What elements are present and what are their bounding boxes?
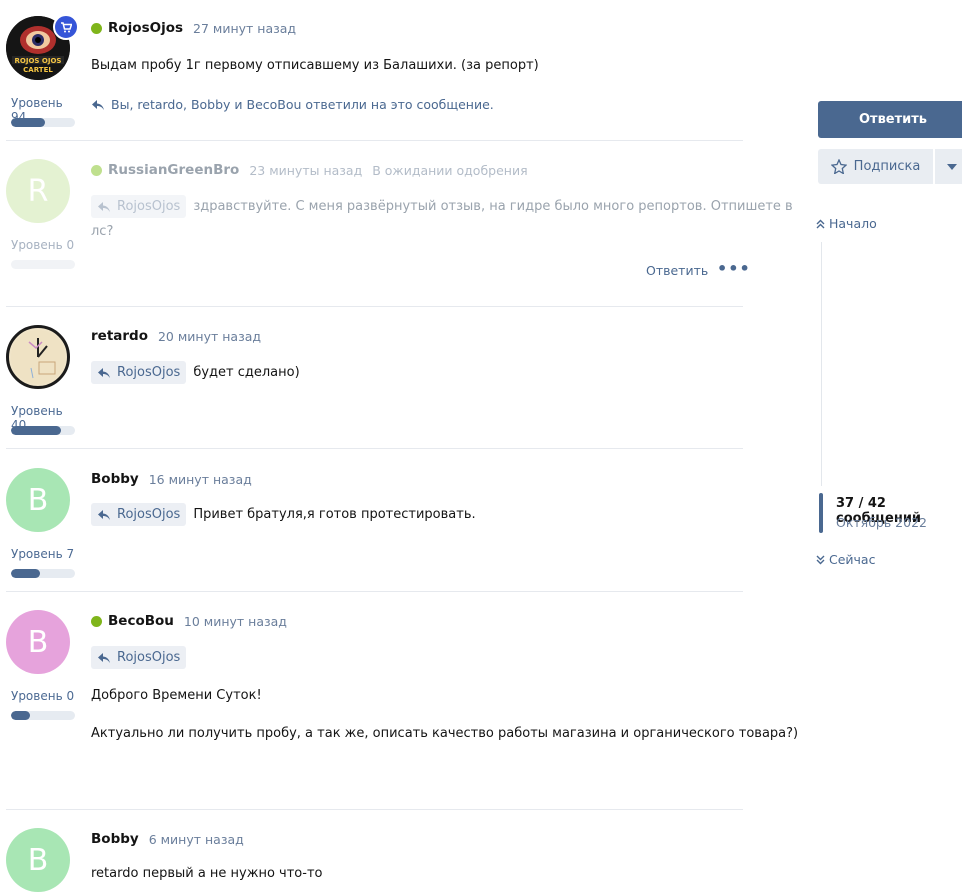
- avatar[interactable]: B: [6, 610, 70, 674]
- avatar[interactable]: B: [6, 828, 70, 892]
- username[interactable]: retardo: [91, 328, 148, 344]
- more-options-icon[interactable]: •••: [717, 259, 751, 278]
- post-time[interactable]: 23 минуты назад: [249, 163, 362, 178]
- quote-author: RojosOjos: [117, 199, 181, 214]
- post-time[interactable]: 6 минут назад: [149, 832, 244, 847]
- post-text: Привет братуля,я готов протестировать.: [193, 507, 476, 522]
- quote-author: RojosOjos: [117, 650, 181, 665]
- level-progress-bar: [11, 569, 75, 578]
- store-badge-icon: [53, 14, 79, 40]
- avatar-letter: B: [27, 482, 49, 518]
- post-text: здравствуйте. С меня развёрнутый отзыв, …: [193, 199, 793, 214]
- thread-scrubber-track[interactable]: [821, 242, 822, 486]
- reply-arrow-icon: [98, 509, 110, 520]
- username[interactable]: BecoBou: [108, 613, 174, 629]
- avatar[interactable]: R: [6, 159, 70, 223]
- post-text-line-1: RojosOjos здравствуйте. С меня развёрнут…: [91, 195, 793, 218]
- username[interactable]: RojosOjos: [108, 20, 183, 36]
- post-header: RussianGreenBro 23 минуты назад В ожидан…: [91, 162, 528, 178]
- subscribe-dropdown-toggle[interactable]: [935, 149, 962, 184]
- star-icon: [830, 159, 847, 174]
- reply-button[interactable]: Ответить: [646, 263, 708, 278]
- reply-arrow-icon: [98, 652, 110, 663]
- quote-author: RojosOjos: [117, 507, 181, 522]
- username[interactable]: Bobby: [91, 471, 139, 487]
- post-header: Bobby 16 минут назад: [91, 471, 252, 487]
- quote-reference[interactable]: RojosOjos: [91, 503, 187, 526]
- level-progress-bar: [11, 260, 75, 269]
- jump-to-now-link[interactable]: Сейчас: [816, 552, 875, 567]
- reply-thread-button[interactable]: Ответить: [818, 101, 962, 138]
- double-chevron-down-icon: [816, 555, 825, 564]
- level-progress-bar: [11, 426, 75, 435]
- post-divider: [6, 809, 743, 810]
- post-time[interactable]: 10 минут назад: [184, 614, 287, 629]
- jump-to-now-label: Сейчас: [829, 552, 876, 567]
- jump-to-start-link[interactable]: Начало: [816, 216, 877, 231]
- post-text-line-1: Доброго Времени Суток!: [91, 688, 262, 703]
- reply-arrow-icon: [98, 367, 110, 378]
- chevron-down-icon: [946, 163, 957, 170]
- post-divider: [6, 591, 743, 592]
- post-time[interactable]: 27 минут назад: [193, 21, 296, 36]
- avatar-letter: B: [27, 624, 49, 660]
- username[interactable]: RussianGreenBro: [108, 162, 239, 178]
- jump-to-start-label: Начало: [829, 216, 877, 231]
- post-time[interactable]: 20 минут назад: [158, 329, 261, 344]
- avatar-letter: B: [27, 842, 49, 878]
- post-divider: [6, 140, 743, 141]
- post-text-line: RojosOjos будет сделано): [91, 361, 300, 384]
- post-header: RojosOjos 27 минут назад: [91, 20, 296, 36]
- avatar[interactable]: B: [6, 468, 70, 532]
- position-date: Октябрь 2022: [836, 515, 927, 530]
- post-text-line-2: Актуально ли получить пробу, а так же, о…: [91, 726, 799, 741]
- moderation-status: В ожидании одобрения: [372, 162, 528, 178]
- quote-reference[interactable]: RojosOjos: [91, 646, 187, 669]
- post-divider: [6, 306, 743, 307]
- user-level: Уровень 0: [11, 689, 75, 703]
- reply-arrow-icon: [98, 201, 110, 212]
- clock-avatar-icon: [11, 330, 65, 384]
- post-text-line-2: лс?: [91, 224, 114, 239]
- post-time[interactable]: 16 минут назад: [149, 472, 252, 487]
- subscribe-button[interactable]: Подписка: [818, 149, 933, 184]
- user-level: Уровень 7: [11, 547, 75, 561]
- reactions-summary[interactable]: Вы, retardo, Bobby и BecoBou ответили на…: [91, 97, 494, 112]
- level-progress-bar: [11, 711, 75, 720]
- quote-author: RojosOjos: [117, 365, 181, 380]
- quote-reference[interactable]: RojosOjos: [91, 361, 187, 384]
- post-text: Выдам пробу 1г первому отписавшему из Ба…: [91, 58, 539, 73]
- post-header: BecoBou 10 минут назад: [91, 613, 287, 629]
- level-progress-bar: [11, 118, 75, 127]
- svg-text:CARTEL: CARTEL: [23, 66, 53, 74]
- user-level: Уровень 0: [11, 238, 75, 252]
- avatar[interactable]: [6, 325, 70, 389]
- online-indicator-icon: [91, 164, 102, 176]
- reactions-text: Вы, retardo, Bobby и BecoBou ответили на…: [111, 97, 494, 112]
- subscribe-label: Подписка: [853, 159, 921, 174]
- online-indicator-icon: [91, 22, 102, 34]
- post-text-line: RojosOjos Привет братуля,я готов протест…: [91, 503, 476, 526]
- post-text: будет сделано): [193, 365, 300, 380]
- username[interactable]: Bobby: [91, 831, 139, 847]
- thread-scrubber-thumb[interactable]: [819, 493, 823, 533]
- post-header: retardo 20 минут назад: [91, 328, 261, 344]
- online-indicator-icon: [91, 615, 102, 627]
- post-divider: [6, 448, 743, 449]
- avatar-letter: R: [27, 173, 49, 209]
- svg-text:ROJOS OJOS: ROJOS OJOS: [15, 57, 62, 65]
- quote-reference[interactable]: RojosOjos: [91, 195, 187, 218]
- post-header: Bobby 6 минут назад: [91, 831, 244, 847]
- quote-line: RojosOjos: [91, 646, 193, 669]
- double-chevron-up-icon: [816, 219, 825, 228]
- reply-arrow-icon: [92, 99, 104, 110]
